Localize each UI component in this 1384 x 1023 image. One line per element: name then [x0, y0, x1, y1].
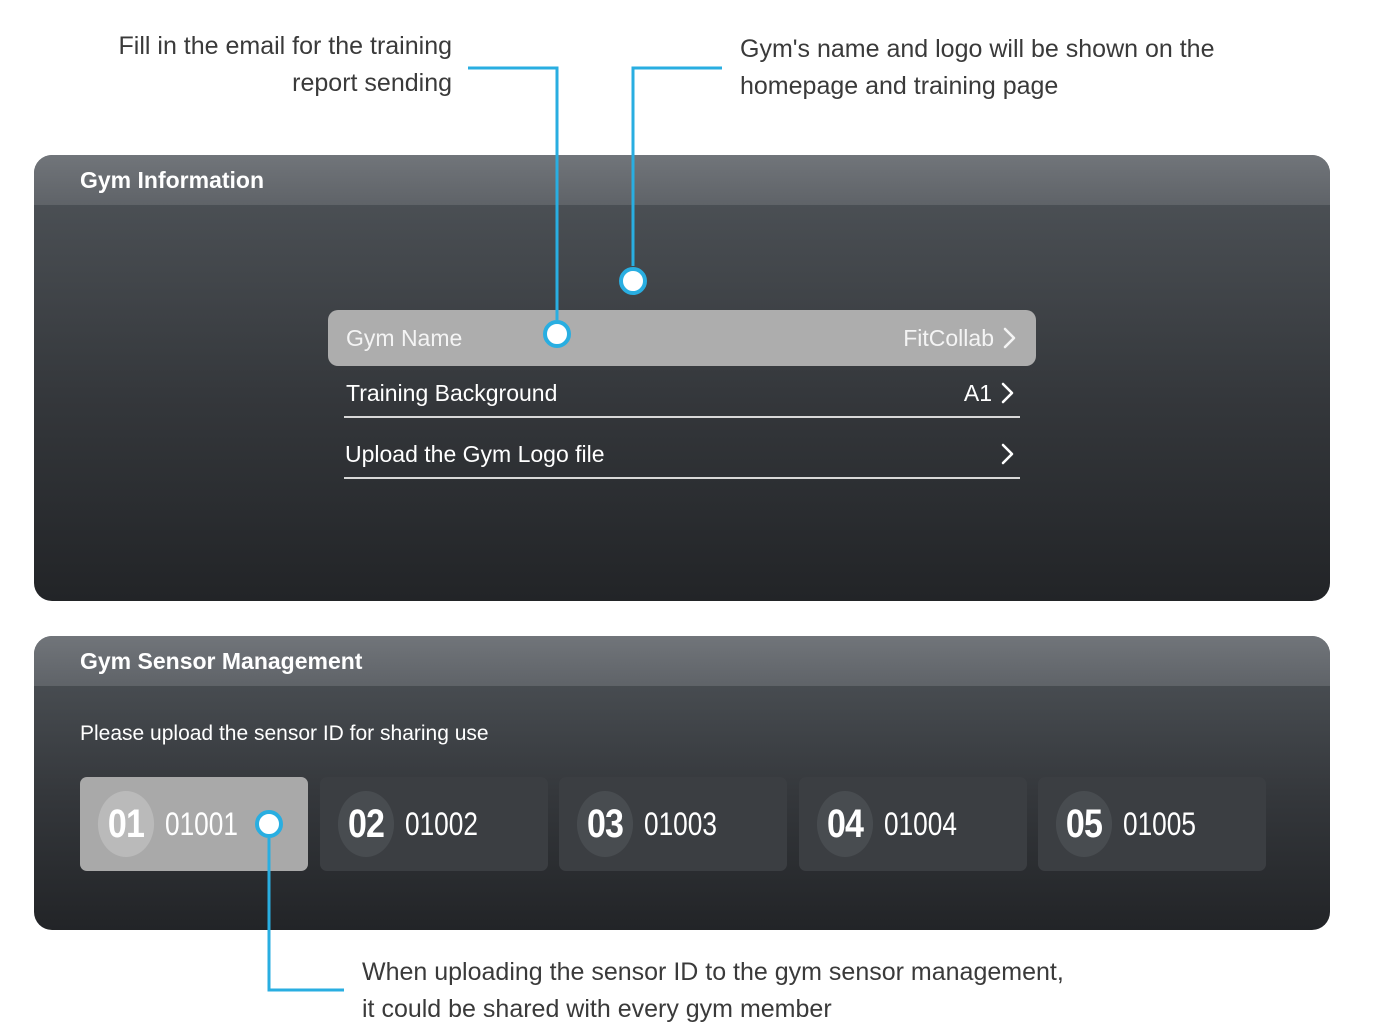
sensor-number-badge: 02 — [337, 791, 395, 857]
sensor-tile-02[interactable]: 02 01002 — [320, 777, 548, 871]
sensor-tile-04[interactable]: 04 01004 — [799, 777, 1027, 871]
sensor-tile-01[interactable]: 01 01001 — [80, 777, 308, 871]
sensor-tile-05[interactable]: 05 01005 — [1038, 777, 1266, 871]
gym-name-value-group: FitCollab — [903, 325, 1020, 352]
callout-email-line2: report sending — [292, 69, 452, 97]
gym-name-value: FitCollab — [903, 324, 994, 351]
training-background-label: Training Background — [346, 379, 558, 406]
sensor-id: 01002 — [405, 805, 478, 842]
sensor-hint: Please upload the sensor ID for sharing … — [80, 722, 489, 745]
sensor-id: 01003 — [644, 805, 717, 842]
callout-logo-line2: homepage and training page — [740, 72, 1059, 100]
guide-page: Fill in the email for the training repor… — [0, 0, 1384, 1023]
training-background-value: A1 — [963, 379, 992, 406]
chevron-right-icon — [1001, 382, 1014, 404]
upload-logo-label: Upload the Gym Logo file — [345, 440, 605, 467]
callout-email: Fill in the email for the training repor… — [40, 28, 452, 102]
upload-logo-row[interactable]: Upload the Gym Logo file — [344, 431, 1020, 479]
callout-sensor: When uploading the sensor ID to the gym … — [362, 954, 1262, 1023]
sensor-number-badge: 05 — [1055, 791, 1113, 857]
callout-logo-line1: Gym's name and logo will be shown on the — [740, 35, 1215, 63]
callout-logo: Gym's name and logo will be shown on the… — [740, 31, 1340, 105]
chevron-right-icon — [1001, 443, 1014, 465]
callout-sensor-line2: it could be shared with every gym member — [362, 995, 832, 1023]
sensor-tile-03[interactable]: 03 01003 — [559, 777, 787, 871]
callout-sensor-line1: When uploading the sensor ID to the gym … — [362, 958, 1064, 986]
gym-information-title: Gym Information — [34, 155, 1330, 205]
gym-name-row[interactable]: Gym Name FitCollab — [328, 310, 1036, 366]
gym-sensor-management-title: Gym Sensor Management — [34, 636, 1330, 686]
sensor-number-badge: 04 — [816, 791, 874, 857]
sensor-id: 01001 — [165, 805, 238, 842]
upload-logo-value-group — [992, 442, 1018, 466]
chevron-right-icon — [1003, 327, 1016, 349]
gym-name-label: Gym Name — [346, 324, 463, 351]
sensor-id: 01004 — [884, 805, 957, 842]
sensor-number-badge: 01 — [97, 791, 155, 857]
sensor-number-badge: 03 — [576, 791, 634, 857]
gym-sensor-management-panel: Gym Sensor Management Please upload the … — [34, 636, 1330, 930]
training-background-value-group: A1 — [964, 380, 1018, 407]
callout-email-line1: Fill in the email for the training — [118, 32, 452, 60]
gym-information-panel: Gym Information Gym Name FitCollab Train… — [34, 155, 1330, 601]
sensor-id: 01005 — [1123, 805, 1196, 842]
training-background-row[interactable]: Training Background A1 — [344, 370, 1020, 418]
